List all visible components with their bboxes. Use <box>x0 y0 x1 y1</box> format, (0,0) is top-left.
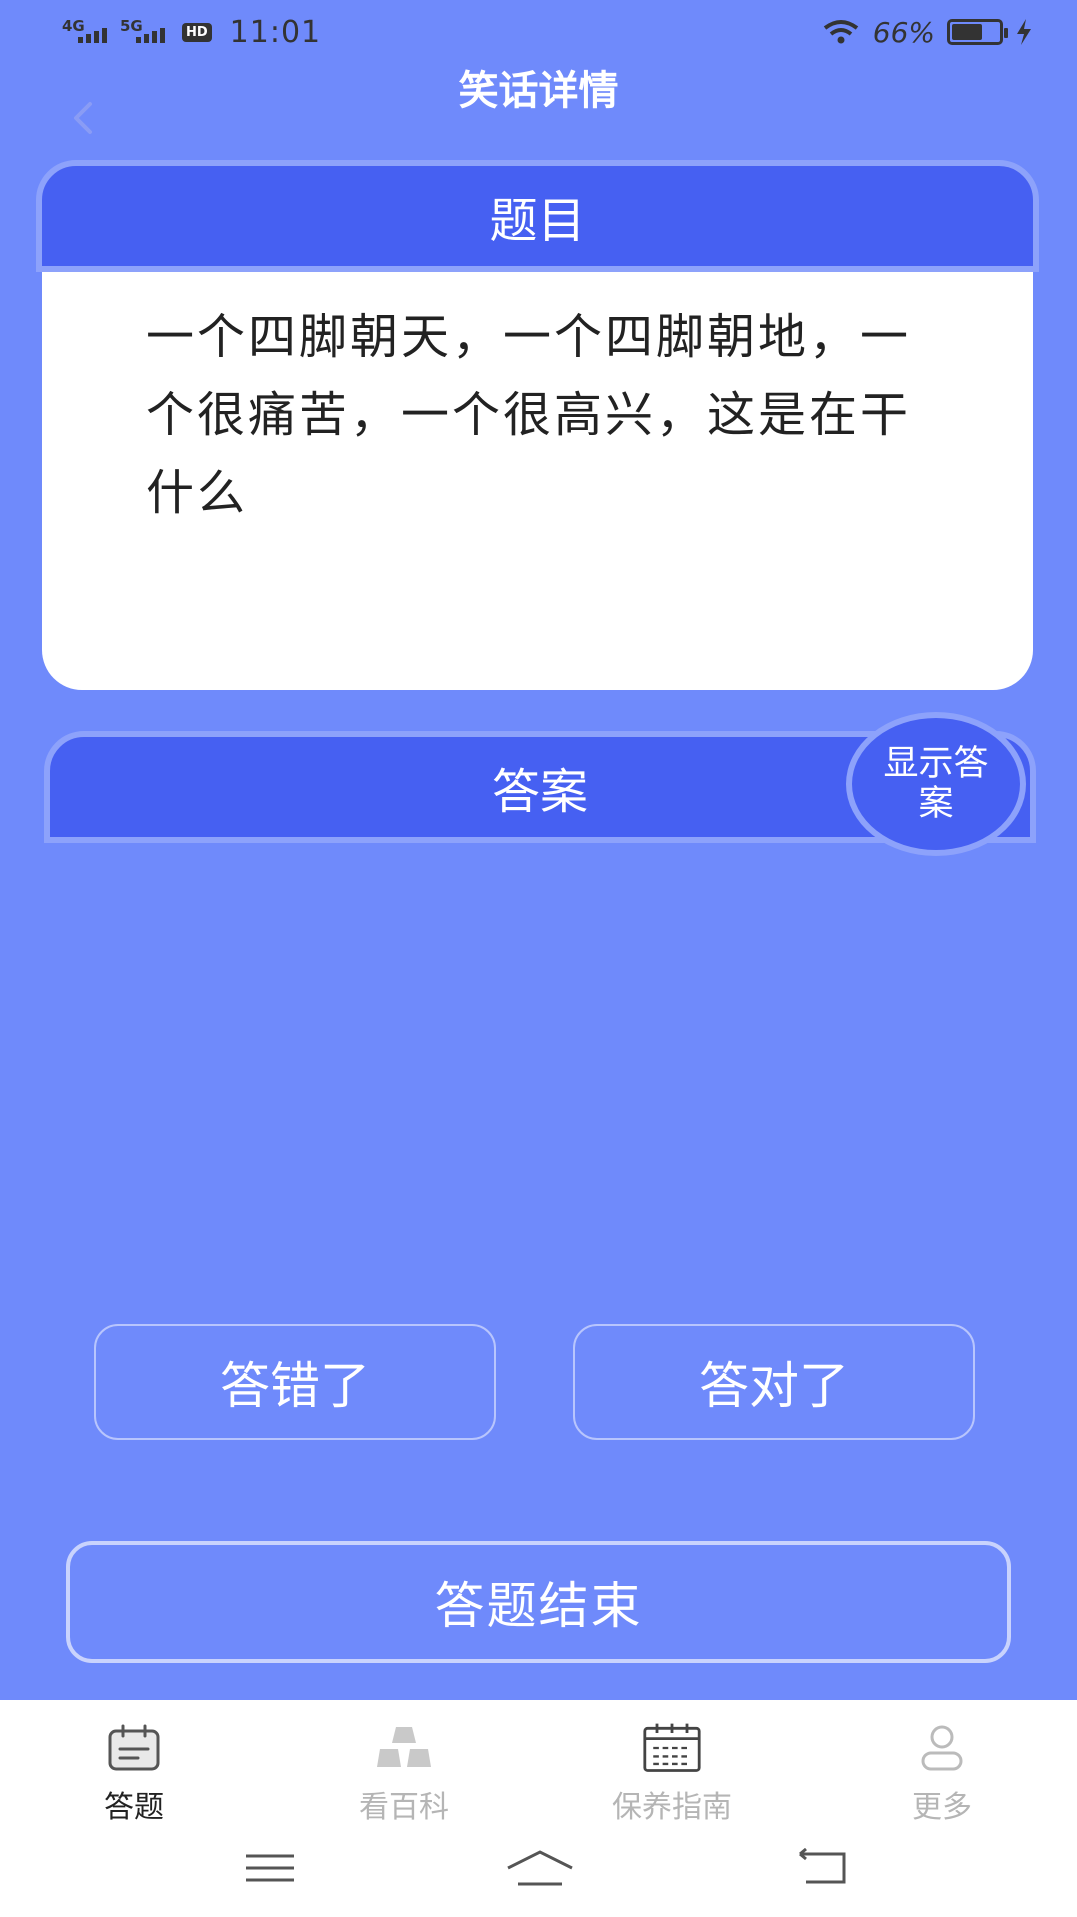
system-menu-button[interactable] <box>230 1844 310 1892</box>
question-card: 题目 一个四脚朝天，一个四脚朝地，一个很痛苦，一个很高兴，这是在干什么 <box>36 160 1039 690</box>
nav-label-encyclopedia: 看百科 <box>359 1790 449 1825</box>
question-text: 一个四脚朝天，一个四脚朝地，一个很痛苦，一个很高兴，这是在干什么 <box>42 272 1033 690</box>
system-nav-bar <box>0 1838 1077 1898</box>
nav-label-more: 更多 <box>912 1790 972 1825</box>
menu-icon <box>246 1854 294 1882</box>
calendar-icon <box>108 1724 160 1771</box>
chevron-left-icon <box>74 102 92 134</box>
battery-fill <box>952 24 983 40</box>
status-right: 66% <box>821 14 1033 50</box>
nav-item-quiz[interactable]: 答题 <box>34 1720 234 1830</box>
signal-4g-icon: 4G <box>62 17 110 47</box>
question-header: 题目 <box>36 160 1039 272</box>
charging-icon <box>1017 19 1031 45</box>
finish-quiz-button[interactable]: 答题结束 <box>66 1541 1011 1663</box>
hd-badge: HD <box>182 22 212 42</box>
nav-item-more[interactable]: 更多 <box>842 1720 1042 1830</box>
back-icon <box>799 1848 846 1884</box>
signal-5g-icon: 5G <box>120 17 168 47</box>
status-time: 11:01 <box>229 14 322 50</box>
schedule-icon <box>643 1723 701 1772</box>
system-home-button[interactable] <box>500 1844 580 1892</box>
battery-icon <box>947 19 1008 45</box>
nav-item-guide[interactable]: 保养指南 <box>572 1720 772 1830</box>
battery-percent: 66% <box>872 15 935 49</box>
status-bar: 4G 5G HD 11:01 66% <box>0 0 1077 64</box>
nav-label-guide: 保养指南 <box>612 1790 732 1825</box>
system-back-button[interactable] <box>782 1844 862 1892</box>
page-title: 笑话详情 <box>458 68 619 114</box>
answered-wrong-button[interactable]: 答错了 <box>94 1324 496 1440</box>
nav-item-encyclopedia[interactable]: 看百科 <box>304 1720 504 1830</box>
home-icon <box>507 1850 573 1886</box>
back-button[interactable] <box>66 100 102 136</box>
nav-label-quiz: 答题 <box>104 1790 164 1825</box>
show-answer-button[interactable]: 显示答案 <box>846 712 1026 856</box>
answered-right-button[interactable]: 答对了 <box>573 1324 975 1440</box>
status-left: 4G 5G HD 11:01 <box>62 14 321 50</box>
stack-icon <box>377 1727 431 1767</box>
user-icon <box>921 1725 963 1771</box>
wifi-icon <box>823 20 858 44</box>
